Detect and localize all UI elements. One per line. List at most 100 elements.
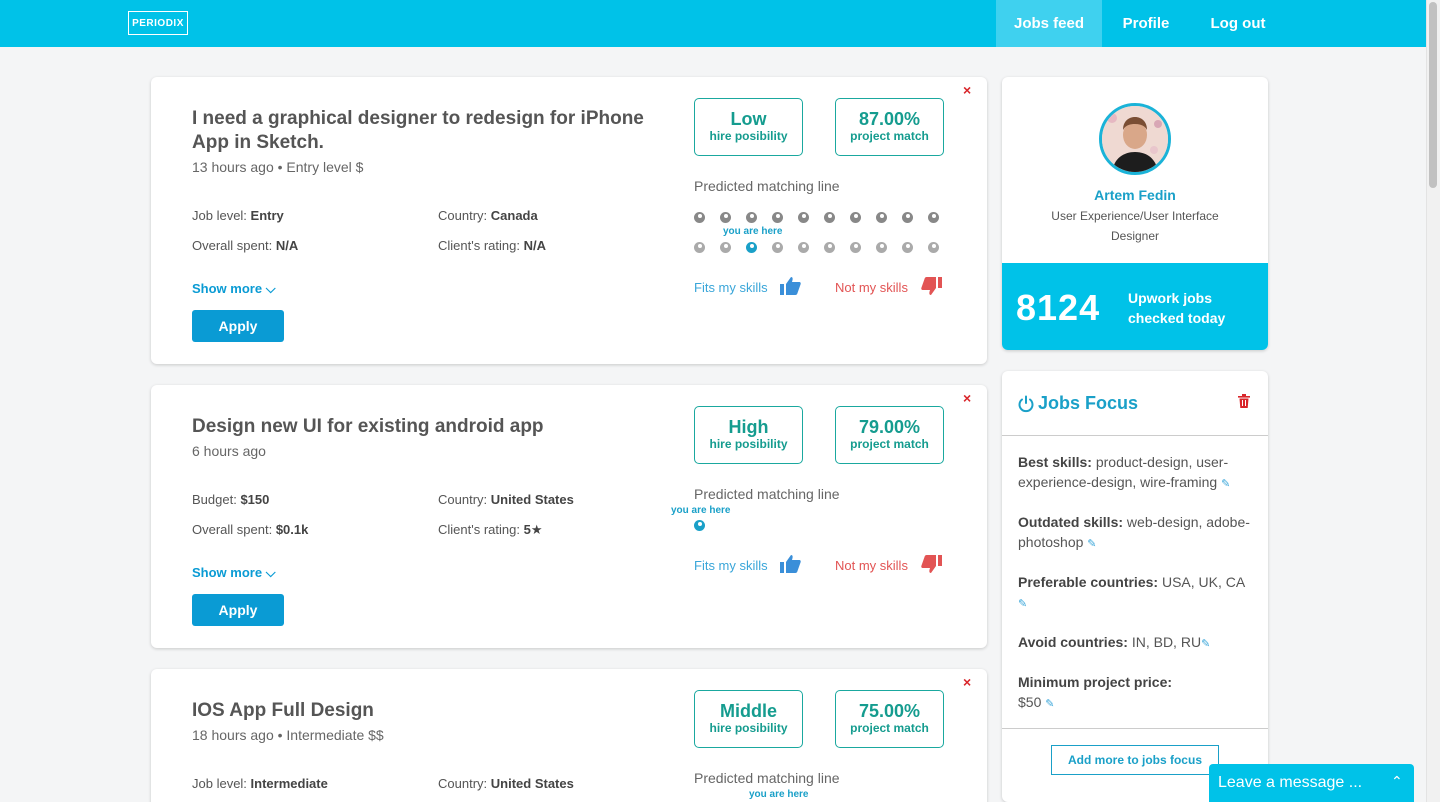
edit-icon[interactable]: ✎: [1221, 478, 1230, 490]
project-match-badge: 87.00% project match: [835, 98, 944, 156]
close-icon[interactable]: ×: [963, 390, 971, 406]
matching-line-top-row: [694, 212, 944, 224]
job-level-tag: Intermediate $$: [286, 727, 384, 743]
user-icon: [850, 242, 861, 253]
thumbs-up-icon[interactable]: [779, 277, 801, 300]
job-info-item: Client's rating: N/A: [438, 238, 546, 253]
user-icon: [902, 212, 913, 223]
current-user-icon: [746, 242, 757, 253]
job-title[interactable]: IOS App Full Design: [192, 699, 662, 723]
nav-logout[interactable]: Log out: [1190, 0, 1286, 47]
apply-button[interactable]: Apply: [192, 594, 284, 626]
user-icon: [850, 212, 861, 223]
show-more-link[interactable]: Show more ⌵: [192, 565, 276, 581]
you-are-here-label: you are here: [723, 226, 783, 237]
user-icon: [720, 242, 731, 253]
user-icon: [902, 242, 913, 253]
top-navbar: PERIODIX Jobs feed Profile Log out: [0, 0, 1426, 47]
job-info-item: Country: United States: [438, 492, 574, 507]
user-icon: [798, 212, 809, 223]
hire-possibility-badge: High hire posibility: [694, 406, 803, 464]
project-match-badge: 75.00% project match: [835, 690, 944, 748]
focus-min-price: Minimum project price: $50 ✎: [1018, 674, 1173, 710]
jobs-checked-count: 8124: [1016, 287, 1101, 328]
fits-my-skills-button[interactable]: Fits my skills: [694, 280, 768, 295]
hire-possibility-badge: Low hire posibility: [694, 98, 803, 156]
thumbs-up-icon[interactable]: [779, 555, 801, 578]
job-info-item: Country: Canada: [438, 208, 538, 223]
predicted-matching-line-label: Predicted matching line: [694, 486, 840, 502]
job-level-tag: Entry level $: [286, 159, 364, 175]
jobs-focus-title: Jobs Focus: [1038, 393, 1139, 413]
job-title[interactable]: I need a graphical designer to redesign …: [192, 107, 662, 155]
thumbs-down-icon[interactable]: [921, 555, 943, 578]
focus-avoid-countries: Avoid countries: IN, BD, RU✎: [1018, 634, 1211, 650]
focus-outdated-skills: Outdated skills: web-design, adobe-photo…: [1018, 514, 1250, 550]
job-info-item: Job level: Entry: [192, 208, 284, 223]
job-meta: 18 hours ago • Intermediate $$: [192, 727, 384, 743]
job-info-item: Job level: Intermediate: [192, 776, 328, 791]
edit-icon[interactable]: ✎: [1045, 698, 1054, 710]
job-card: Design new UI for existing android app 6…: [151, 385, 987, 648]
user-icon: [928, 242, 939, 253]
posted-time: 6 hours ago: [192, 443, 266, 459]
chevron-up-icon: ⌃: [1391, 773, 1403, 789]
show-more-link[interactable]: Show more ⌵: [192, 281, 276, 297]
close-icon[interactable]: ×: [963, 82, 971, 98]
focus-preferable-countries: Preferable countries: USA, UK, CA ✎: [1018, 574, 1246, 610]
predicted-matching-line-label: Predicted matching line: [694, 770, 840, 786]
leave-message-label: Leave a message ...: [1218, 774, 1363, 791]
project-match-badge: 79.00% project match: [835, 406, 944, 464]
user-icon: [824, 212, 835, 223]
user-icon: [772, 242, 783, 253]
profile-role: User Experience/User Interface Designer: [1051, 209, 1219, 243]
job-info-item: Budget: $150: [192, 492, 270, 507]
divider: [1002, 728, 1268, 729]
hire-possibility-badge: Middle hire posibility: [694, 690, 803, 748]
current-user-icon: [694, 520, 705, 531]
job-meta: 6 hours ago: [192, 443, 266, 459]
jobs-checked-stats: 8124 Upwork jobs checked today: [1002, 263, 1268, 350]
user-icon: [876, 242, 887, 253]
chevron-down-icon: ⌵: [265, 565, 276, 580]
not-my-skills-button[interactable]: Not my skills: [835, 558, 908, 573]
focus-best-skills: Best skills: product-design, user-experi…: [1018, 454, 1231, 490]
profile-name[interactable]: Artem Fedin: [1002, 187, 1268, 203]
user-icon: [746, 212, 757, 223]
jobs-checked-label: Upwork jobs checked today: [1128, 290, 1226, 326]
power-icon[interactable]: [1017, 395, 1035, 418]
matching-line-bottom-row: [694, 242, 944, 254]
job-info-item: Overall spent: N/A: [192, 238, 299, 253]
divider: [1002, 435, 1268, 436]
not-my-skills-button[interactable]: Not my skills: [835, 280, 908, 295]
edit-icon[interactable]: ✎: [1087, 538, 1096, 550]
edit-icon[interactable]: ✎: [1018, 598, 1027, 610]
posted-time: 18 hours ago: [192, 727, 274, 743]
edit-icon[interactable]: ✎: [1201, 638, 1210, 650]
close-icon[interactable]: ×: [963, 674, 971, 690]
chevron-down-icon: ⌵: [265, 281, 276, 296]
user-icon: [772, 212, 783, 223]
user-icon: [720, 212, 731, 223]
predicted-matching-line-label: Predicted matching line: [694, 178, 840, 194]
job-title[interactable]: Design new UI for existing android app: [192, 415, 662, 439]
job-meta: 13 hours ago • Entry level $: [192, 159, 363, 175]
user-icon: [694, 242, 705, 253]
leave-message-widget[interactable]: Leave a message ... ⌃: [1209, 764, 1414, 802]
user-icon: [824, 242, 835, 253]
avatar[interactable]: [1099, 103, 1171, 175]
job-card: I need a graphical designer to redesign …: [151, 77, 987, 364]
you-are-here-label: you are here: [749, 789, 809, 800]
trash-icon[interactable]: [1238, 394, 1250, 411]
nav-jobs-feed[interactable]: Jobs feed: [996, 0, 1102, 47]
logo[interactable]: PERIODIX: [128, 11, 188, 35]
user-icon: [928, 212, 939, 223]
scrollbar-thumb[interactable]: [1429, 2, 1437, 188]
user-icon: [798, 242, 809, 253]
thumbs-down-icon[interactable]: [921, 277, 943, 300]
job-card: IOS App Full Design 18 hours ago • Inter…: [151, 669, 987, 802]
apply-button[interactable]: Apply: [192, 310, 284, 342]
fits-my-skills-button[interactable]: Fits my skills: [694, 558, 768, 573]
nav-profile[interactable]: Profile: [1102, 0, 1190, 47]
add-jobs-focus-button[interactable]: Add more to jobs focus: [1051, 745, 1219, 775]
